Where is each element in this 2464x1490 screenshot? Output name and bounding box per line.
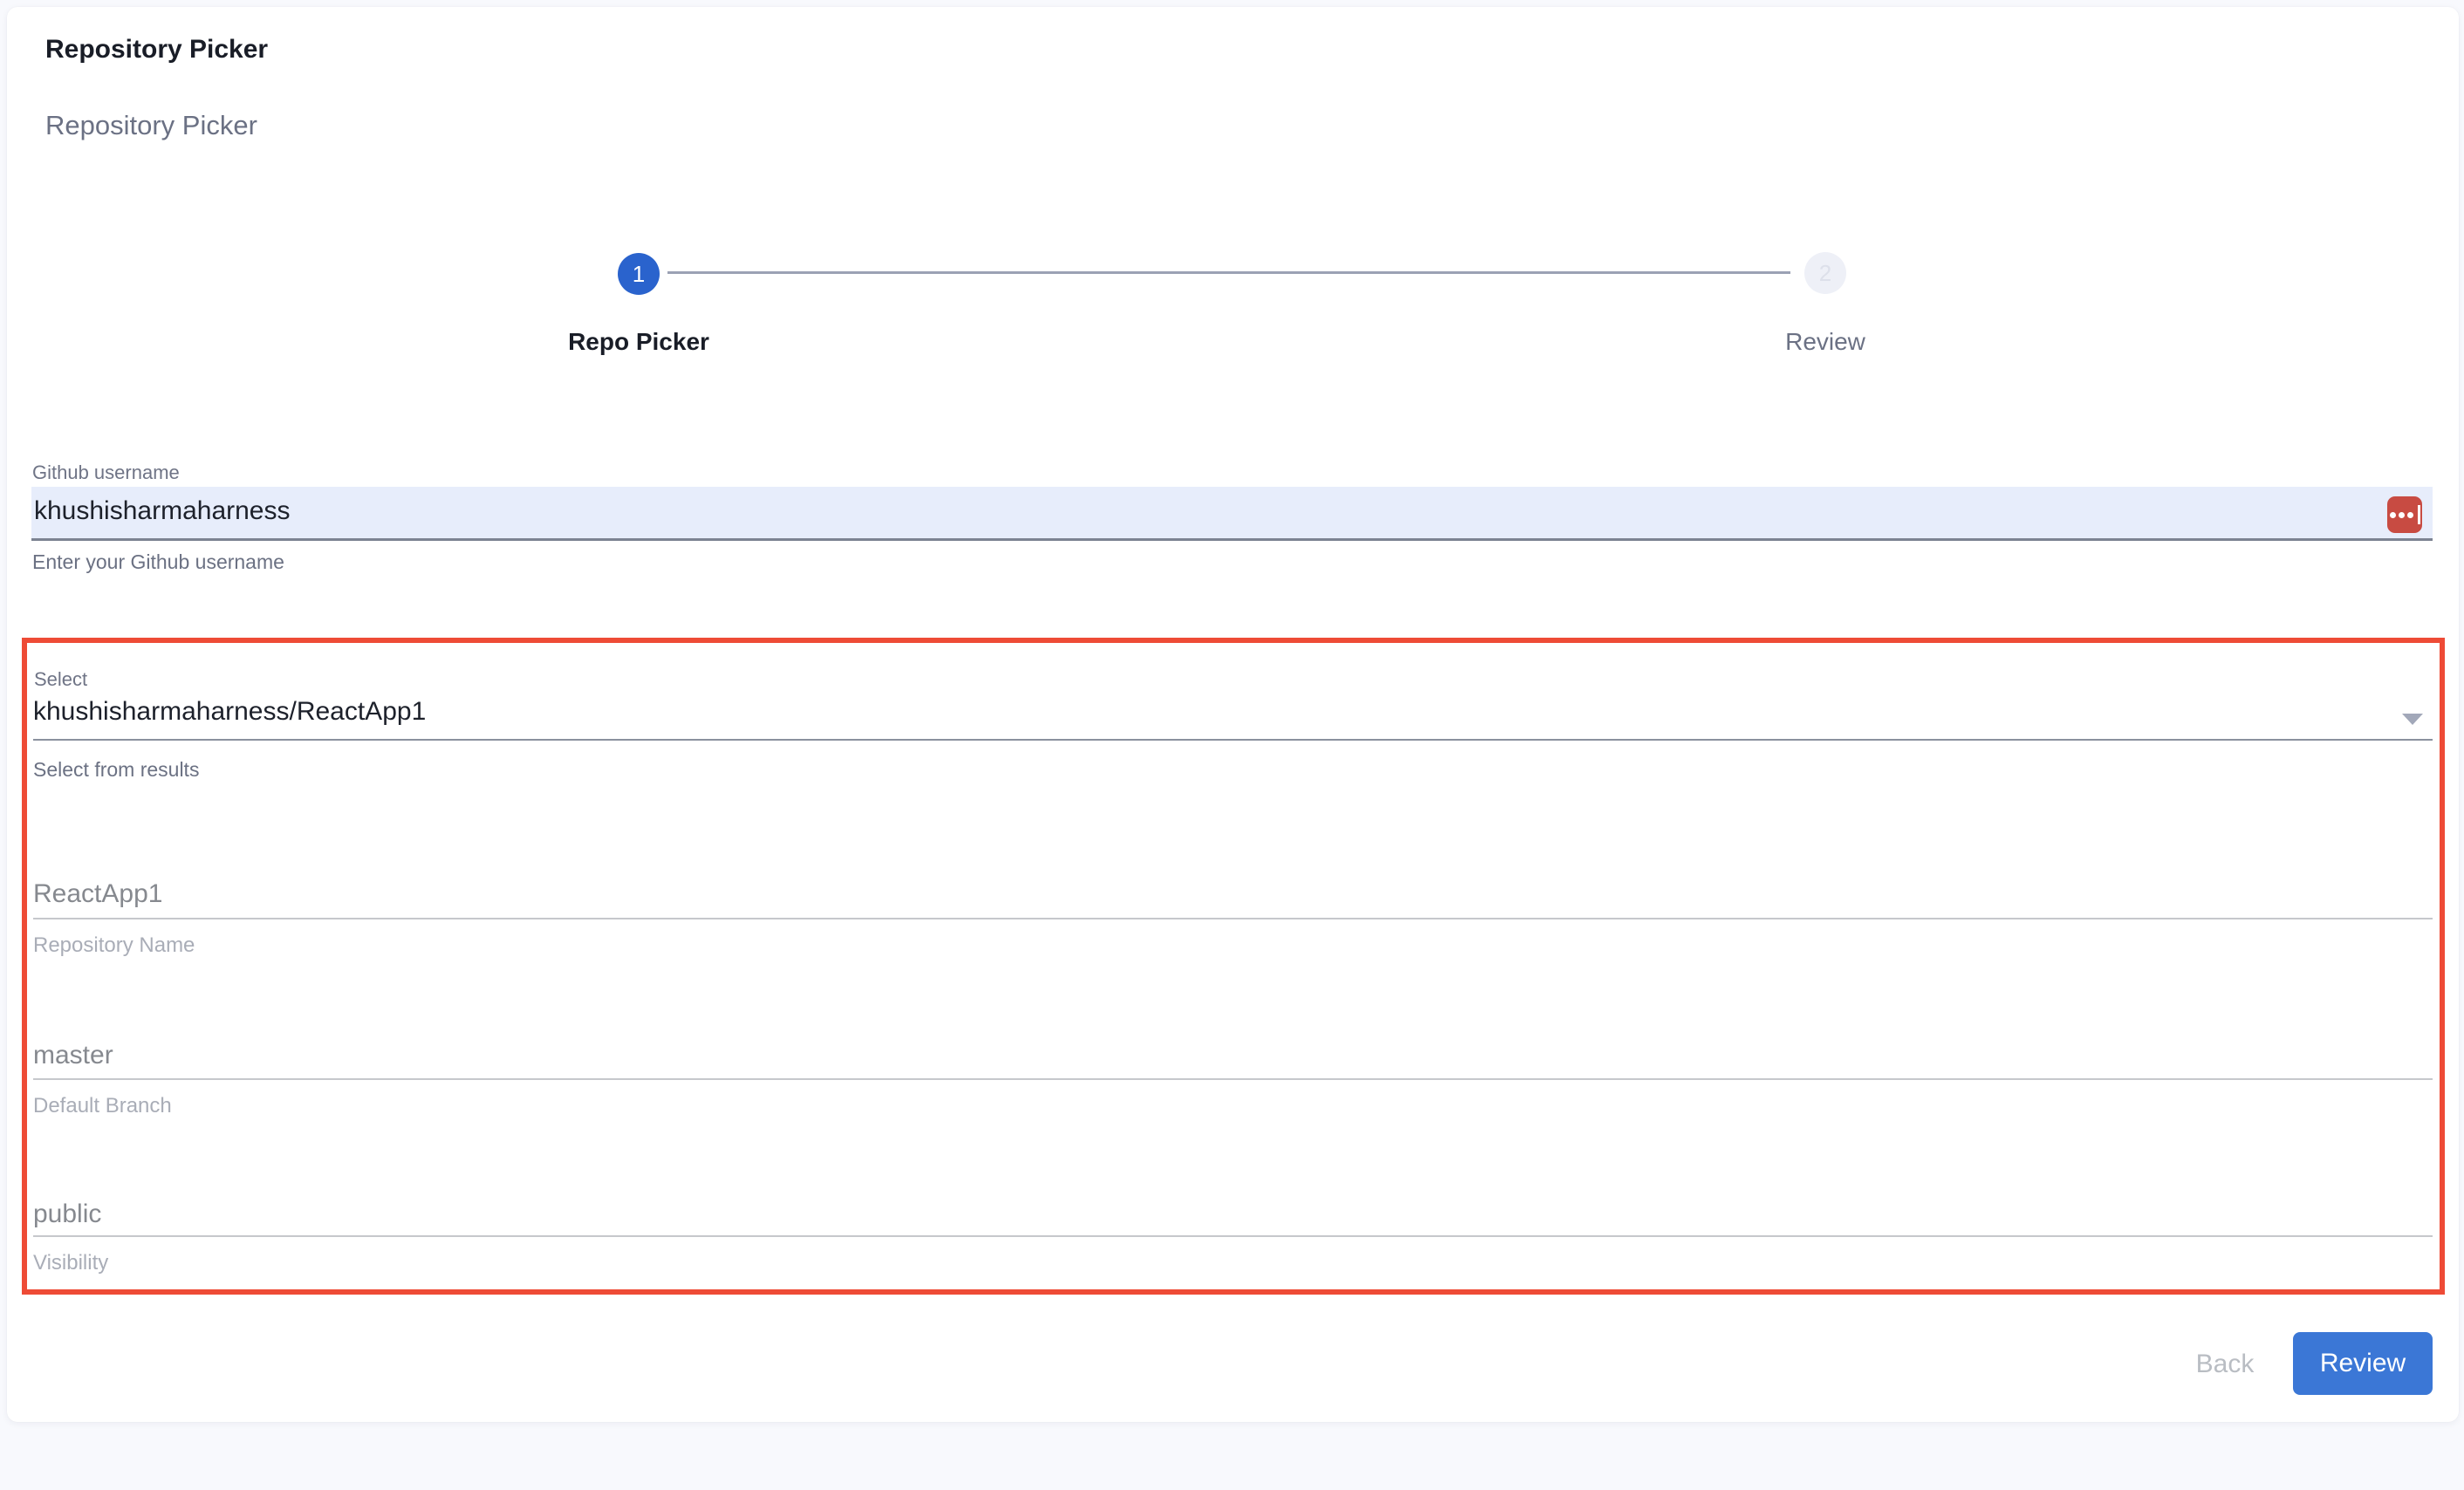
page-title: Repository Picker [45, 35, 268, 65]
step-1-indicator[interactable]: 1 [618, 253, 660, 295]
step-1-label: Repo Picker [490, 328, 787, 356]
visibility-label: Visibility [33, 1251, 108, 1275]
page-subtitle: Repository Picker [45, 110, 257, 141]
github-username-input[interactable] [31, 487, 2433, 541]
github-username-label: Github username [32, 461, 180, 484]
lastpass-dot [2390, 512, 2396, 518]
lastpass-icon[interactable] [2387, 496, 2422, 533]
lastpass-dot [2407, 512, 2413, 518]
step-2-label: Review [1677, 328, 1974, 356]
repo-select-label: Select [34, 668, 87, 691]
default-branch-underline [33, 1078, 2433, 1080]
repo-select-helper: Select from results [33, 758, 199, 782]
visibility-value: public [33, 1200, 101, 1229]
repo-select-dropdown[interactable]: khushisharmaharness/ReactApp1 [33, 697, 426, 727]
stepper-connector-line [667, 271, 1790, 274]
repository-picker-card: Repository Picker Repository Picker 1 2 … [7, 7, 2459, 1422]
default-branch-label: Default Branch [33, 1094, 172, 1118]
step-2-indicator[interactable]: 2 [1804, 252, 1846, 294]
repository-name-label: Repository Name [33, 933, 195, 958]
back-button[interactable]: Back [2164, 1343, 2286, 1385]
highlight-region-box [22, 638, 2445, 1295]
visibility-underline [33, 1235, 2433, 1237]
lastpass-bar [2418, 505, 2420, 524]
github-username-helper: Enter your Github username [32, 550, 284, 574]
lastpass-dot [2399, 512, 2405, 518]
repository-name-underline [33, 918, 2433, 919]
repository-name-value: ReactApp1 [33, 879, 162, 909]
repo-select-underline [33, 739, 2433, 741]
chevron-down-icon[interactable] [2402, 714, 2423, 725]
review-button[interactable]: Review [2293, 1332, 2433, 1395]
default-branch-value: master [33, 1041, 113, 1070]
